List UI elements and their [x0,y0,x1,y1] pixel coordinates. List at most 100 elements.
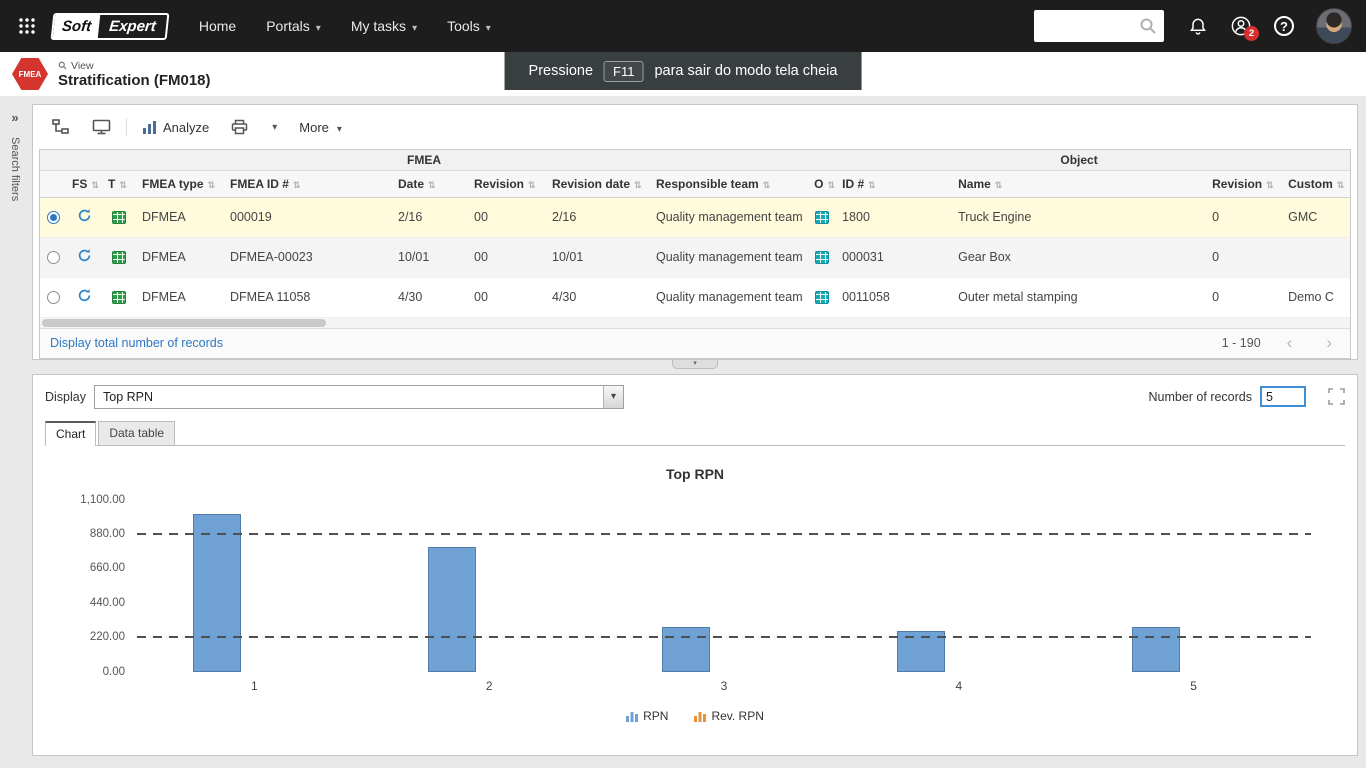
user-avatar[interactable] [1316,8,1352,44]
horizontal-scrollbar[interactable] [40,318,1350,328]
more-button[interactable]: More [290,114,351,141]
sort-icon[interactable] [428,180,436,190]
legend-rev-rpn[interactable]: Rev. RPN [694,709,763,723]
x-tick: 2 [372,679,607,693]
next-page-button[interactable] [1318,333,1340,353]
col-revision-date[interactable]: Revision date [546,170,650,197]
logo-soft: Soft [53,15,101,38]
print-button[interactable] [222,113,257,141]
col-o-label: O [814,177,823,191]
col-o[interactable]: O [808,170,836,197]
sort-icon[interactable] [868,180,876,190]
sort-icon[interactable] [763,180,771,190]
col-fs[interactable]: FS [66,170,102,197]
table-row[interactable]: DFMEA DFMEA-00023 10/01 00 10/01 Quality… [40,237,1350,277]
row-radio-button[interactable] [47,291,60,304]
nav-my-tasks[interactable]: My tasks [336,0,432,52]
number-of-records-label: Number of records [1148,390,1252,404]
object-icon[interactable] [815,211,829,224]
analyze-button[interactable]: Analyze [133,114,218,141]
col-object-revision-label: Revision [1212,177,1262,191]
softexpert-logo[interactable]: Soft Expert [51,13,170,40]
expand-filters-icon[interactable] [11,110,18,125]
cell-object-name: Outer metal stamping [952,277,1206,317]
col-customer[interactable]: Custom [1282,170,1350,197]
sort-icon[interactable] [1266,180,1274,190]
fmea-structure-icon[interactable] [77,252,92,266]
cell-object-id: 000031 [836,237,952,277]
cell-object-revision: 0 [1206,277,1282,317]
nav-home[interactable]: Home [184,0,251,52]
row-radio-button[interactable] [47,251,60,264]
sort-icon[interactable] [634,180,642,190]
search-filters-label[interactable]: Search filters [9,137,21,201]
splitter-handle[interactable] [672,360,718,369]
nav-my-tasks-label: My tasks [351,18,406,34]
col-fmea-id[interactable]: FMEA ID # [224,170,392,197]
main-column: Analyze More FMEA [30,96,1366,768]
apps-grid-icon[interactable] [14,13,40,39]
legend-rev-rpn-icon [694,710,706,722]
maximize-panel-icon[interactable] [1328,388,1345,405]
sort-icon[interactable] [827,180,835,190]
select-dropdown-icon[interactable] [603,386,623,408]
sort-icon[interactable] [293,180,301,190]
search-icon[interactable] [1139,17,1157,40]
col-fmea-id-label: FMEA ID # [230,177,289,191]
cell-object-revision: 0 [1206,197,1282,237]
bell-icon[interactable] [1188,16,1208,37]
number-of-records-input[interactable] [1260,386,1306,407]
display-label: Display [45,390,86,404]
cell-date: 4/30 [392,277,468,317]
object-icon[interactable] [815,291,829,304]
structure-tree-button[interactable] [43,113,79,141]
display-total-link[interactable]: Display total number of records [50,336,223,350]
sort-icon[interactable] [528,180,536,190]
prev-page-button[interactable] [1279,333,1301,353]
group-header-object: Object [808,150,1350,170]
sort-icon[interactable] [119,180,127,190]
col-responsible-team[interactable]: Responsible team [650,170,808,197]
col-object-name[interactable]: Name [952,170,1206,197]
nav-portals[interactable]: Portals [251,0,336,52]
table-row[interactable]: DFMEA DFMEA 11058 4/30 00 4/30 Quality m… [40,277,1350,317]
fmea-structure-icon[interactable] [77,292,92,306]
row-radio-button[interactable] [47,211,60,224]
page-title: Stratification (FM018) [58,72,211,89]
nav-tools[interactable]: Tools [432,0,506,52]
x-tick: 5 [1076,679,1311,693]
cell-fmea-id: 000019 [224,197,392,237]
fmea-table-icon[interactable] [112,251,126,264]
sort-icon[interactable] [1337,180,1345,190]
scrollbar-thumb[interactable] [42,319,326,327]
f11-key: F11 [604,61,643,82]
fmea-structure-icon[interactable] [77,212,92,226]
col-object-id[interactable]: ID # [836,170,952,197]
sort-icon[interactable] [995,180,1003,190]
object-icon[interactable] [815,251,829,264]
help-icon[interactable] [1274,16,1294,36]
print-dropdown-button[interactable] [261,116,286,139]
tab-data-table[interactable]: Data table [98,421,175,445]
fmea-table-icon[interactable] [112,291,126,304]
tab-chart[interactable]: Chart [45,421,96,446]
col-t[interactable]: T [102,170,136,197]
y-tick: 1,100.00 [80,494,125,506]
cell-fmea-type: DFMEA [136,277,224,317]
col-revision-label: Revision [474,177,524,191]
sort-icon[interactable] [91,180,99,190]
page-titles: View Stratification (FM018) [58,60,211,89]
display-select[interactable]: Top RPN [94,385,624,409]
legend-rpn-icon [626,710,638,722]
col-fmea-type[interactable]: FMEA type [136,170,224,197]
sort-icon[interactable] [208,180,216,190]
table-row[interactable]: DFMEA 000019 2/16 00 2/16 Quality manage… [40,197,1350,237]
preview-button[interactable] [83,113,120,141]
view-magnifier-icon [58,61,67,70]
pending-tasks-icon[interactable]: 2 [1230,15,1252,37]
col-revision[interactable]: Revision [468,170,546,197]
col-date[interactable]: Date [392,170,468,197]
fmea-table-icon[interactable] [112,211,126,224]
col-object-revision[interactable]: Revision [1206,170,1282,197]
legend-rpn[interactable]: RPN [626,709,668,723]
